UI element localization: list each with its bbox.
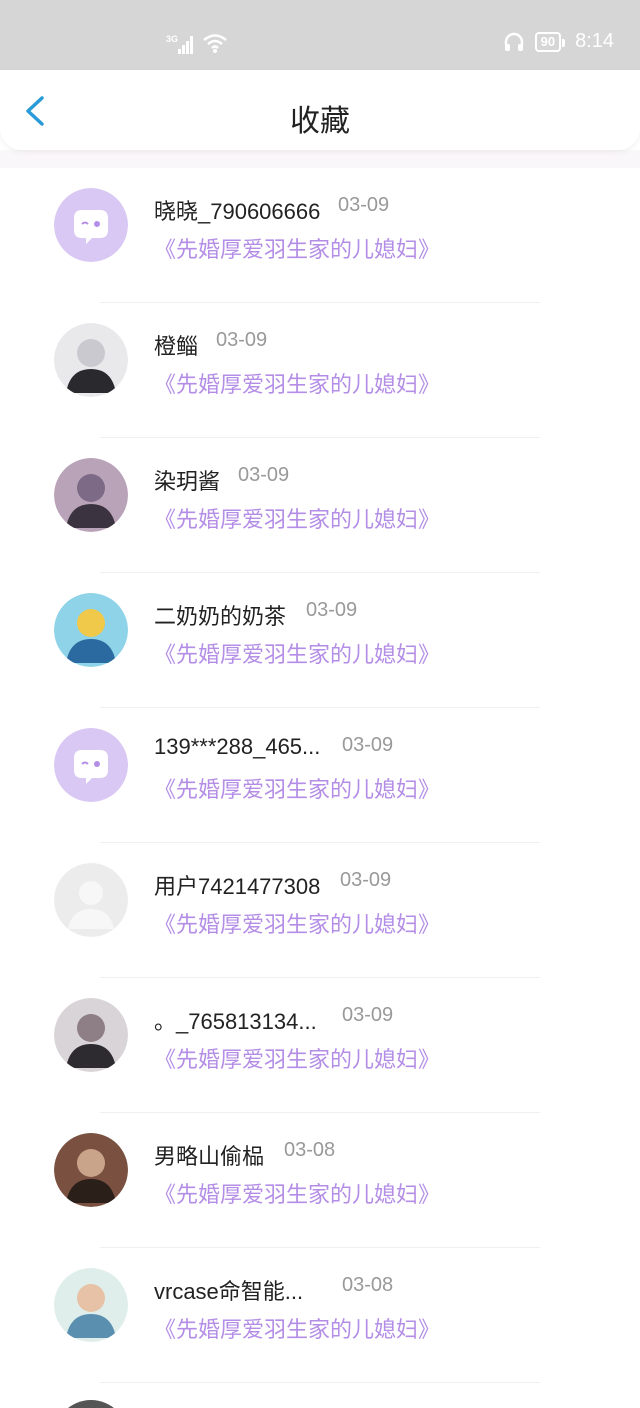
book-title-link[interactable]: 《先婚厚爱羽生家的儿媳妇》 bbox=[154, 1042, 440, 1074]
list-item[interactable]: 橙鲻 03-09 《先婚厚爱羽生家的儿媳妇》 bbox=[0, 303, 640, 438]
book-title-link[interactable]: 《先婚厚爱羽生家的儿媳妇》 bbox=[154, 907, 440, 939]
favorite-date: 03-09 bbox=[342, 1004, 394, 1026]
user-name[interactable]: 。_765813134... bbox=[154, 1004, 317, 1036]
profile-photo bbox=[54, 1268, 128, 1342]
avatar[interactable] bbox=[54, 998, 128, 1072]
list-item[interactable]: 晓晓_790606666 03-09 《先婚厚爱羽生家的儿媳妇》 bbox=[0, 168, 640, 303]
list-item[interactable]: 二奶奶的奶茶 03-09 《先婚厚爱羽生家的儿媳妇》 bbox=[0, 573, 640, 708]
page-title: 收藏 bbox=[290, 105, 350, 138]
list-item[interactable]: 男略山偷榀 03-08 《先婚厚爱羽生家的儿媳妇》 bbox=[0, 1113, 640, 1248]
battery-icon: 90 bbox=[534, 31, 566, 52]
user-name[interactable]: 二奶奶的奶茶 bbox=[154, 599, 286, 631]
status-bar: 3G 90 8:14 bbox=[0, 0, 640, 70]
user-name[interactable]: 用户7421477308 bbox=[154, 869, 320, 901]
user-name[interactable]: 晓晓_790606666 bbox=[154, 194, 320, 226]
list-item[interactable]: 染玥酱 03-09 《先婚厚爱羽生家的儿媳妇》 bbox=[0, 438, 640, 573]
avatar[interactable] bbox=[54, 728, 128, 802]
favorite-date: 03-08 bbox=[284, 1139, 336, 1161]
favorite-date: 03-09 bbox=[216, 329, 268, 351]
user-name[interactable]: 橙鲻 bbox=[154, 329, 198, 361]
profile-photo bbox=[54, 593, 128, 667]
list-item[interactable]: 用户7421477308 03-09 《先婚厚爱羽生家的儿媳妇》 bbox=[0, 843, 640, 978]
header-divider bbox=[0, 150, 640, 168]
avatar[interactable] bbox=[54, 1268, 128, 1342]
list-item[interactable]: 。_765813134... 03-09 《先婚厚爱羽生家的儿媳妇》 bbox=[0, 978, 640, 1113]
book-title-link[interactable]: 《先婚厚爱羽生家的儿媳妇》 bbox=[154, 637, 440, 669]
headphones-icon bbox=[504, 32, 523, 51]
avatar[interactable] bbox=[54, 593, 128, 667]
book-title-link[interactable]: 《先婚厚爱羽生家的儿媳妇》 bbox=[154, 367, 440, 399]
signal-icon: 3G bbox=[166, 34, 193, 54]
divider bbox=[100, 1382, 540, 1383]
network-type-label: 3G bbox=[166, 34, 178, 44]
favorite-date: 03-08 bbox=[342, 1274, 394, 1296]
favorite-date: 03-09 bbox=[238, 464, 290, 486]
user-name[interactable]: vrcase命智能... bbox=[154, 1274, 303, 1306]
favorite-date: 03-09 bbox=[306, 599, 358, 621]
favorite-date: 03-09 bbox=[340, 869, 392, 891]
book-title-link[interactable]: 《先婚厚爱羽生家的儿媳妇》 bbox=[154, 772, 440, 804]
favorites-list: 晓晓_790606666 03-09 《先婚厚爱羽生家的儿媳妇》 橙鲻 03-09 《先婚… bbox=[0, 168, 640, 1383]
profile-photo bbox=[54, 998, 128, 1072]
wifi-icon bbox=[203, 34, 227, 53]
book-title-link[interactable]: 《先婚厚爱羽生家的儿媳妇》 bbox=[154, 1177, 440, 1209]
avatar[interactable] bbox=[54, 1133, 128, 1207]
user-name[interactable]: 男略山偷榀 bbox=[154, 1139, 264, 1171]
favorite-date: 03-09 bbox=[338, 194, 390, 216]
profile-photo bbox=[54, 323, 128, 397]
chat-bubble-icon bbox=[54, 728, 128, 802]
book-title-link[interactable]: 《先婚厚爱羽生家的儿媳妇》 bbox=[154, 1312, 440, 1344]
user-silhouette-icon bbox=[54, 863, 128, 937]
avatar[interactable] bbox=[54, 188, 128, 262]
avatar bbox=[54, 1400, 128, 1408]
list-item[interactable]: vrcase命智能... 03-08 《先婚厚爱羽生家的儿媳妇》 bbox=[0, 1248, 640, 1383]
avatar[interactable] bbox=[54, 863, 128, 937]
book-title-link[interactable]: 《先婚厚爱羽生家的儿媳妇》 bbox=[154, 232, 440, 264]
avatar[interactable] bbox=[54, 323, 128, 397]
top-navigation-bar: 收藏 bbox=[0, 70, 640, 150]
avatar[interactable] bbox=[54, 458, 128, 532]
user-name[interactable]: 染玥酱 bbox=[154, 464, 220, 496]
profile-photo bbox=[54, 458, 128, 532]
chat-bubble-icon bbox=[54, 188, 128, 262]
favorite-date: 03-09 bbox=[342, 734, 394, 756]
profile-photo bbox=[54, 1133, 128, 1207]
user-name[interactable]: 139***288_465... bbox=[154, 734, 320, 760]
list-item[interactable]: 139***288_465... 03-09 《先婚厚爱羽生家的儿媳妇》 bbox=[0, 708, 640, 843]
book-title-link[interactable]: 《先婚厚爱羽生家的儿媳妇》 bbox=[154, 502, 440, 534]
status-time: 8:14 bbox=[575, 30, 614, 52]
